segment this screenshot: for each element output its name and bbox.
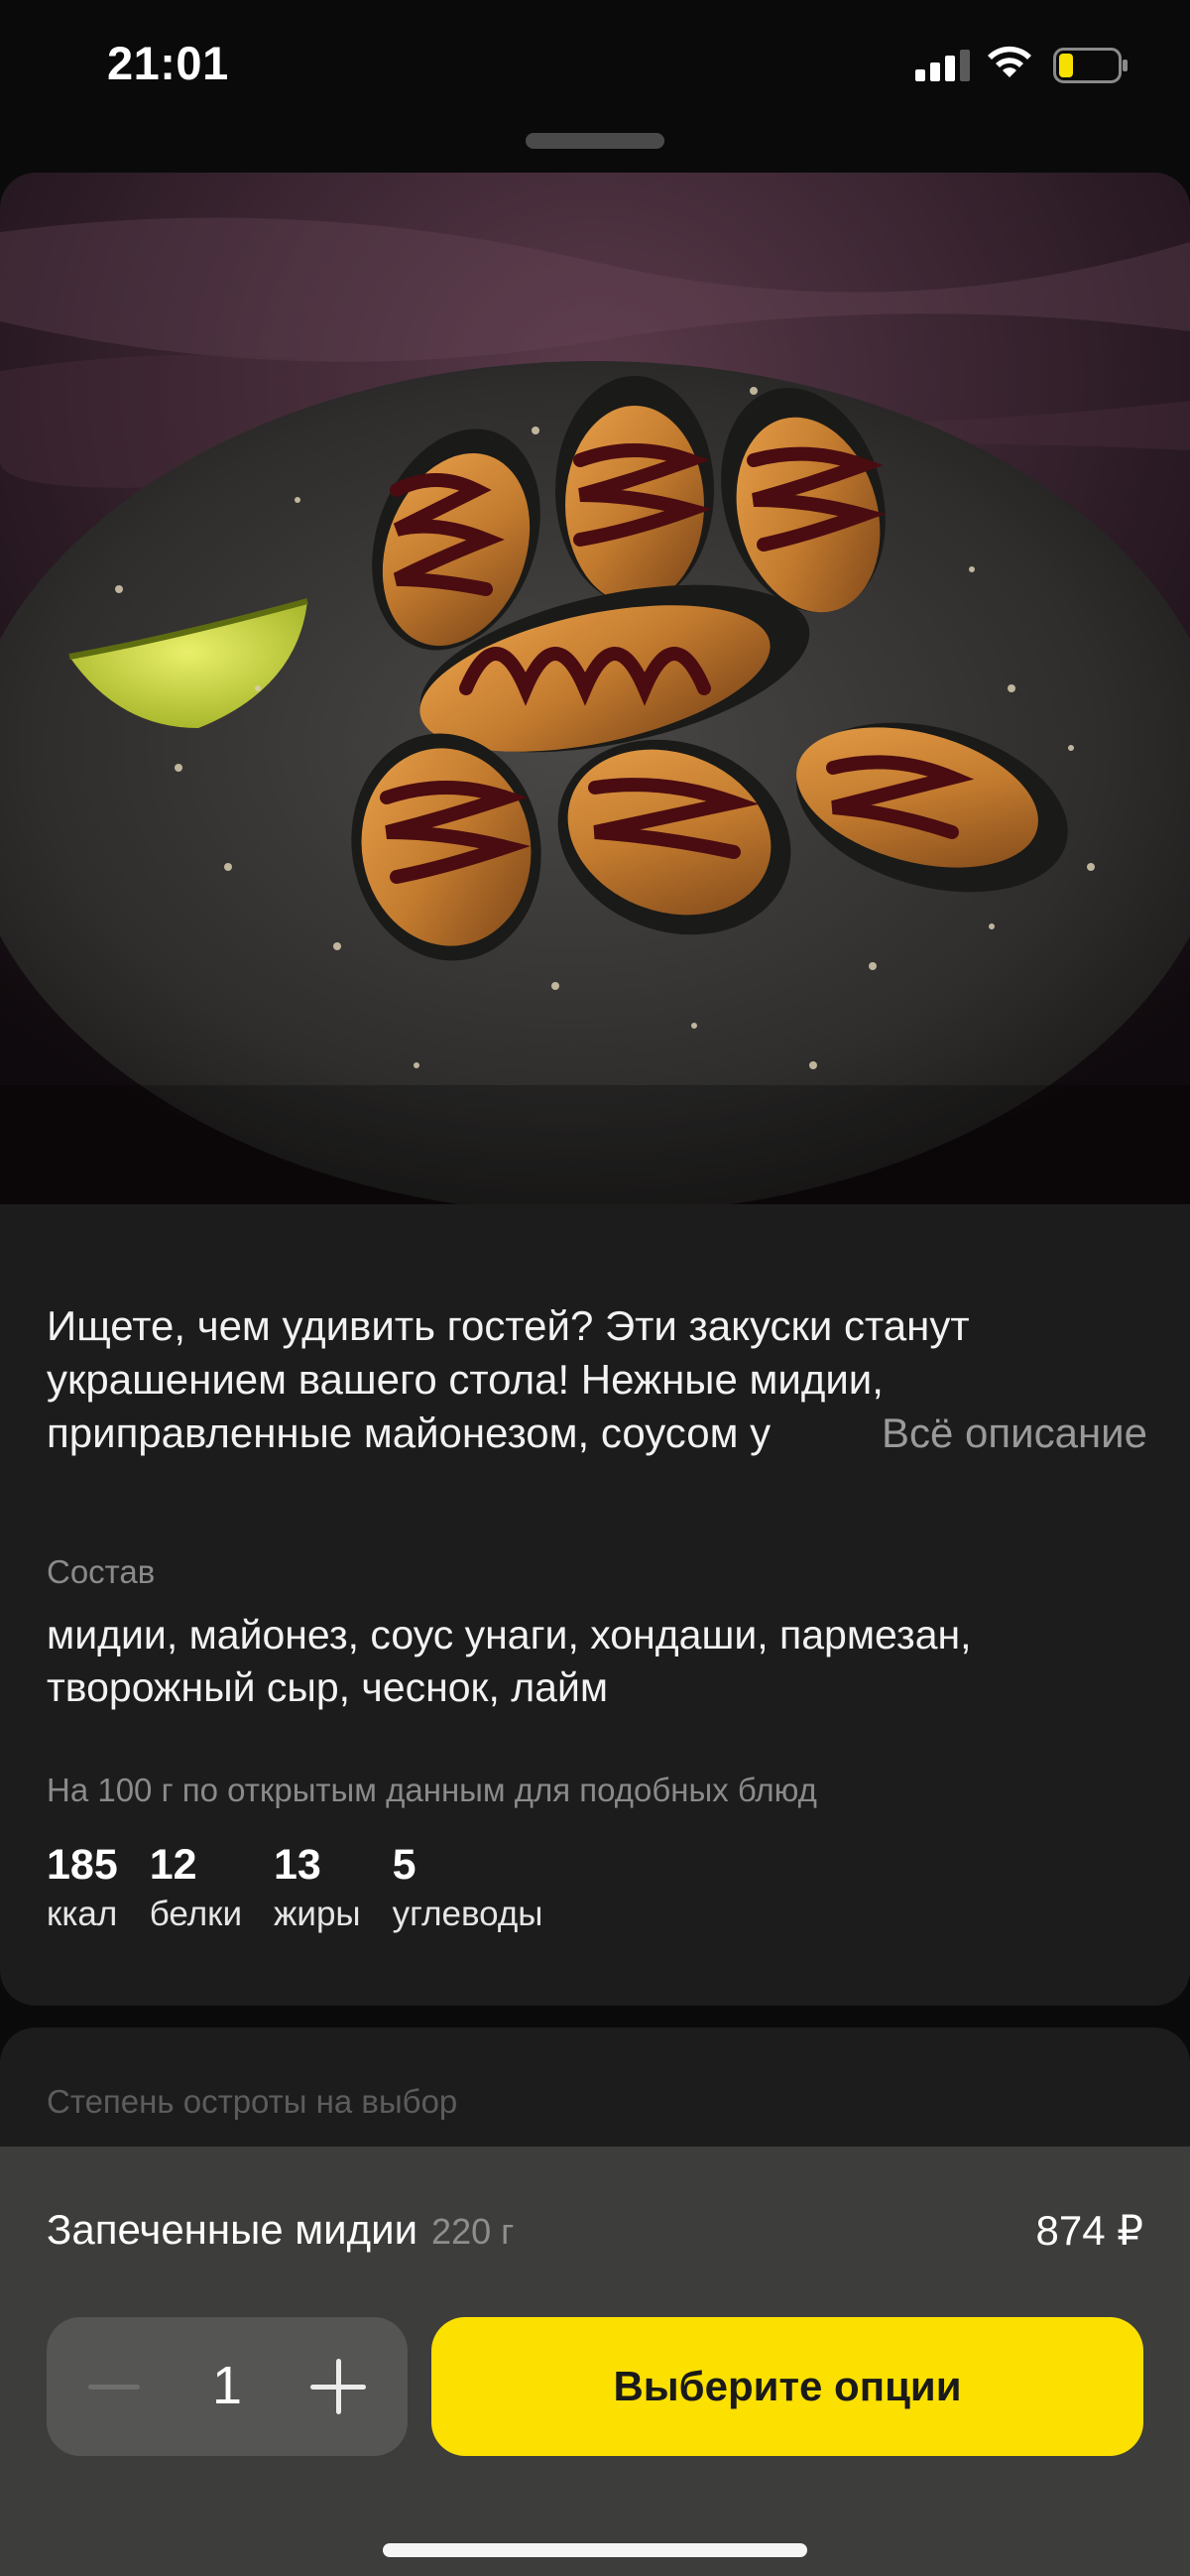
wifi-icon [988,46,1031,77]
status-time: 21:01 [107,37,229,89]
composition-text: мидии, майонез, соус унаги, хондаши, пар… [47,1612,972,1710]
options-title: Степень остроты на выбор [47,2083,458,2120]
nutrition-label: жиры [274,1895,361,1933]
product-title: Запеченные мидии [47,2206,418,2253]
description-line: Ищете, чем удивить гостей? Эти закуски с… [47,1302,970,1349]
signal-icon [915,50,970,81]
product-info-card: Ищете, чем удивить гостей? Эти закуски с… [0,1204,1190,2006]
nutrition-item-carbs: 5 углеводы [393,1839,543,1938]
sheet-handle[interactable] [526,133,664,149]
description-fade: Всё описание [812,1407,1147,1460]
description-line: приправленные майонезом, соусом у Всё оп… [47,1407,1147,1460]
nutrition-label: углеводы [392,1895,543,1933]
nutrition-item-calories: 185 ккал [47,1839,118,1938]
composition-label: Состав [47,1553,156,1590]
bottom-order-bar: Запеченные мидии 220 г 874 ₽ 1 Выберите о… [0,2147,1190,2576]
full-description-link[interactable]: Всё описание [882,1407,1147,1460]
quantity-stepper: 1 [47,2317,408,2456]
description-line: украшением вашего стола! Нежные мидии, [47,1356,884,1403]
nutrition-value: 185 [47,1841,118,1889]
mussels-image [0,173,1190,1204]
nutrition-item-fat: 13 жиры [274,1839,361,1938]
nutrition-label: ккал [47,1895,118,1933]
product-photo [0,173,1190,1204]
battery-icon [1053,48,1128,83]
plus-icon[interactable] [308,2357,368,2416]
product-name: Запеченные мидии 220 г [47,2206,514,2254]
nutrition-label: белки [149,1895,242,1933]
product-price: 874 ₽ [1035,2207,1143,2254]
status-bar: 21:01 [0,0,1190,129]
description-line-text: приправленные майонезом, соусом у [47,1410,772,1456]
nutrition-item-protein: 12 белки [150,1839,242,1938]
home-indicator [383,2543,807,2557]
nutrition-value: 13 [274,1841,321,1889]
product-weight: 220 г [431,2211,515,2252]
product-description[interactable]: Ищете, чем удивить гостей? Эти закуски с… [47,1299,1147,1460]
nutrition-value: 12 [149,1841,197,1889]
choose-options-button[interactable]: Выберите опции [431,2317,1143,2456]
nutrition-caption: На 100 г по открытым данным для подобных… [47,1772,817,1808]
nutrition-facts: 185 ккал 12 белки 13 жиры 5 углеводы [47,1839,542,1938]
nutrition-value: 5 [392,1841,416,1889]
